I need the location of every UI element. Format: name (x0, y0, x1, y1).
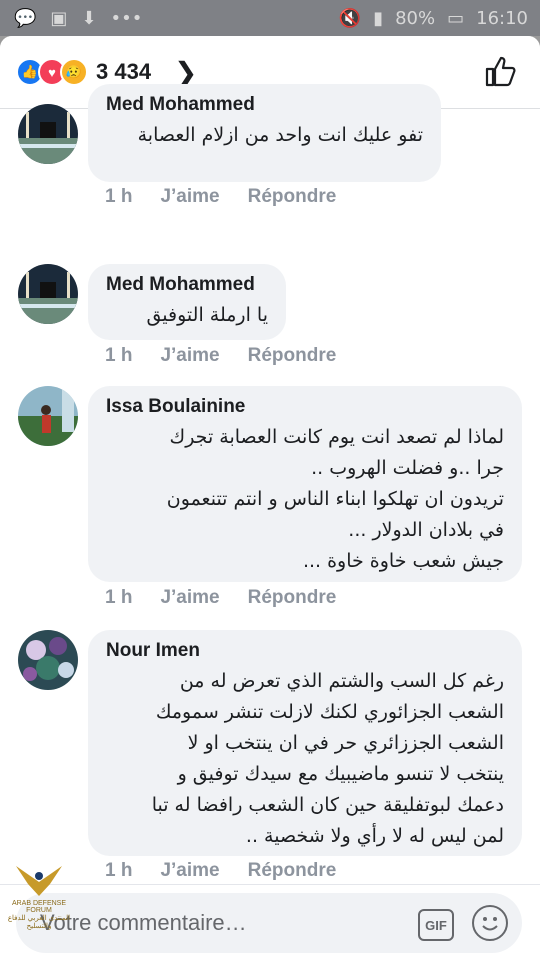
watermark-line1: ARAB DEFENSE FORUM (11, 900, 67, 914)
avatar[interactable] (18, 386, 78, 446)
reply-link[interactable]: Répondre (248, 186, 337, 208)
comment-time: 1 h (105, 186, 133, 207)
comment-actions: 1 h J’aime Répondre (105, 186, 364, 208)
signal-icon: ▮ (373, 8, 384, 29)
messenger-icon: 💬 (14, 8, 37, 29)
comment-text: تفو عليك انت واحد من ازلام العصابة (137, 124, 423, 146)
avatar[interactable] (18, 264, 78, 324)
watermark-line2: المنتدى العربي للدفاع والتسليح (7, 915, 71, 930)
comment-time: 1 h (105, 345, 133, 366)
mute-icon: 🔇 (338, 8, 362, 29)
comments-sheet: 👍 ♥ 😥 3 434 ❯ Med Mohammed تفو عليك انت … (0, 36, 540, 960)
sad-reaction-icon: 😥 (60, 58, 88, 86)
like-link[interactable]: J’aime (160, 345, 219, 367)
comment-text: رغم كل السب والشتم الذي تعرض له من الشعب… (151, 670, 504, 847)
like-link[interactable]: J’aime (160, 587, 219, 609)
emoji-icon[interactable] (472, 905, 508, 941)
reply-link[interactable]: Répondre (248, 860, 337, 882)
comment-time: 1 h (105, 860, 133, 881)
eagle-logo-icon (16, 866, 62, 896)
comment-time: 1 h (105, 587, 133, 608)
comment-author[interactable]: Nour Imen (106, 640, 504, 662)
like-button-icon[interactable] (484, 54, 518, 88)
comment-actions: 1 h J’aime Répondre (105, 587, 364, 609)
battery-level: 80% (395, 8, 436, 29)
comment-actions: 1 h J’aime Répondre (105, 860, 364, 882)
comment-author[interactable]: Med Mohammed (106, 94, 423, 116)
comment-input[interactable]: Votre commentaire… GIF (16, 893, 522, 953)
comment-bubble[interactable]: Med Mohammed تفو عليك انت واحد من ازلام … (88, 84, 441, 182)
comment-bubble[interactable]: Nour Imen رغم كل السب والشتم الذي تعرض ل… (88, 630, 522, 856)
comment-bubble[interactable]: Issa Boulainine لماذا لم تصعد انت يوم كا… (88, 386, 522, 582)
avatar[interactable] (18, 104, 78, 164)
gif-button[interactable]: GIF (418, 909, 454, 941)
comment-text: يا ارملة التوفيق (146, 304, 268, 326)
watermark-logo: ARAB DEFENSE FORUM المنتدى العربي للدفاع… (4, 858, 74, 930)
clock: 16:10 (476, 8, 528, 29)
comment-bubble[interactable]: Med Mohammed يا ارملة التوفيق (88, 264, 286, 340)
comment-composer: Votre commentaire… GIF (0, 884, 540, 960)
download-icon: ⬇ (81, 8, 97, 29)
status-bar: 💬 ▣ ⬇ ••• 🔇 ▮ 80% ▭ 16:10 (0, 0, 540, 36)
comment-text: لماذا لم تصعد انت يوم كانت العصابة تجرك … (166, 426, 504, 572)
avatar[interactable] (18, 630, 78, 690)
reply-link[interactable]: Répondre (248, 587, 337, 609)
reactions-summary[interactable]: 👍 ♥ 😥 3 434 (16, 58, 151, 86)
comment-author[interactable]: Med Mohammed (106, 274, 268, 296)
more-icon: ••• (110, 8, 143, 29)
image-icon: ▣ (50, 8, 68, 29)
comment-actions: 1 h J’aime Répondre (105, 345, 364, 367)
reaction-count: 3 434 (96, 59, 152, 84)
like-link[interactable]: J’aime (160, 860, 219, 882)
battery-icon: ▭ (447, 8, 465, 29)
comment-author[interactable]: Issa Boulainine (106, 396, 504, 418)
reply-link[interactable]: Répondre (248, 345, 337, 367)
like-link[interactable]: J’aime (160, 186, 219, 208)
